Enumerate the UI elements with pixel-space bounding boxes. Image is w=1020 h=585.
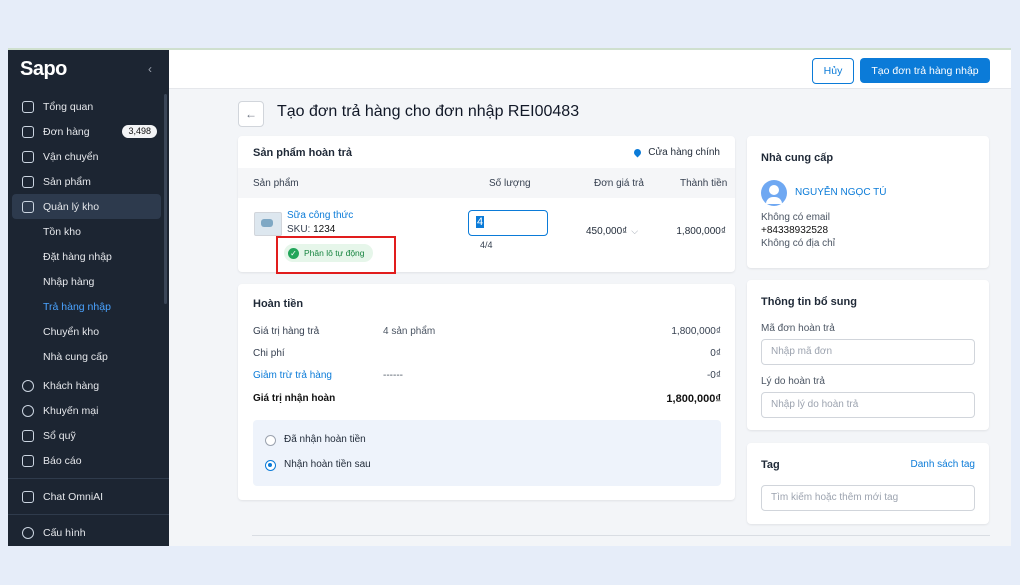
sidebar-nav: Tổng quan Đơn hàng 3,498 Vận chuyển Sản p… [8, 94, 169, 545]
product-thumbnail [254, 212, 282, 236]
column-header: Đơn giá trả [594, 178, 644, 189]
cashbook-icon [22, 429, 34, 442]
product-sku: SKU: 1234 [287, 224, 336, 235]
highlight-box [276, 236, 396, 274]
return-products-card: Sản phẩm hoàn trả Cửa hàng chính Sản phẩ… [238, 136, 735, 274]
cancel-button[interactable]: Hủy [812, 58, 854, 84]
refund-options: Đã nhận hoàn tiền Nhận hoàn tiền sau [253, 420, 721, 486]
orders-count-badge: 3,498 [122, 125, 157, 138]
supplier-email: Không có email [761, 212, 830, 223]
column-header: Thành tiền [680, 178, 728, 189]
table-header: Sản phẩm Số lượng Đơn giá trả Thành tiền [238, 168, 735, 198]
sidebar-item-inventory[interactable]: Quản lý kho [12, 194, 161, 219]
sidebar-item-reports[interactable]: Báo cáo [8, 448, 169, 473]
refund-row-costs: Chi phí 0₫ [253, 348, 721, 359]
card-title: Nhà cung cấp [761, 152, 834, 164]
return-reason-input[interactable]: Nhập lý do hoàn trả [761, 392, 975, 418]
quantity-input[interactable]: 4 [468, 210, 548, 236]
sidebar-item-products[interactable]: Sản phẩm [8, 169, 169, 194]
divider [8, 478, 169, 479]
line-total: 1,800,000₫ [676, 226, 726, 237]
app-window: Sapo ‹ Tổng quan Đơn hàng 3,498 Vận chuyể… [8, 48, 1011, 546]
card-title: Hoàn tiền [253, 298, 304, 310]
user-icon [22, 379, 34, 392]
logo: Sapo [20, 58, 67, 80]
sidebar-subitem-receive[interactable]: Nhập hàng [8, 269, 169, 294]
option-label: Nhận hoàn tiền sau [284, 459, 371, 470]
home-icon [22, 100, 34, 113]
supplier-phone: +84338932528 [761, 225, 829, 236]
return-code-input[interactable]: Nhập mã đơn [761, 339, 975, 365]
sidebar-item-shipping[interactable]: Vận chuyển [8, 144, 169, 169]
divider [252, 535, 990, 536]
tag-card: Tag Danh sách tag Tìm kiếm hoặc thêm mới… [747, 443, 989, 524]
supplier-card: Nhà cung cấp NGUYỄN NGỌC TÚ Không có ema… [747, 136, 989, 268]
return-reason-label: Lý do hoàn trả [761, 376, 825, 387]
radio-refund-later[interactable] [265, 460, 276, 471]
order-icon [22, 125, 34, 138]
chart-icon [22, 454, 34, 467]
sidebar-item-promotions[interactable]: Khuyến mại [8, 398, 169, 423]
column-header: Số lượng [489, 178, 531, 189]
sidebar-subitem-stock[interactable]: Tồn kho [8, 219, 169, 244]
divider [8, 514, 169, 515]
promo-icon [22, 404, 34, 417]
card-title: Thông tin bổ sung [761, 296, 857, 308]
create-return-button[interactable]: Tạo đơn trả hàng nhập [860, 58, 990, 83]
product-name-link[interactable]: Sữa công thức [287, 210, 353, 221]
additional-info-card: Thông tin bổ sung Mã đơn hoàn trả Nhập m… [747, 280, 989, 430]
return-code-label: Mã đơn hoàn trả [761, 323, 835, 334]
sidebar-subitem-transfer[interactable]: Chuyển kho [8, 319, 169, 344]
tag-search-input[interactable]: Tìm kiếm hoặc thêm mới tag [761, 485, 975, 511]
option-label: Đã nhận hoàn tiền [284, 434, 366, 445]
column-header: Sản phẩm [253, 178, 299, 189]
chat-icon [22, 490, 34, 503]
topbar: Hủy Tạo đơn trả hàng nhập [169, 50, 1011, 89]
supplier-name-link[interactable]: NGUYỄN NGỌC TÚ [795, 187, 887, 198]
sidebar-item-orders[interactable]: Đơn hàng 3,498 [8, 119, 169, 144]
sidebar-subitem-purchase-return[interactable]: Trả hàng nhập [8, 294, 169, 319]
sidebar-item-overview[interactable]: Tổng quan [8, 94, 169, 119]
card-title: Sản phẩm hoàn trả [253, 147, 353, 159]
refund-card: Hoàn tiền Giá trị hàng trả 4 sản phẩm 1,80… [238, 284, 735, 500]
sidebar-item-settings[interactable]: Cấu hình [8, 520, 169, 545]
sidebar-item-cashbook[interactable]: Sổ quỹ [8, 423, 169, 448]
radio-refund-received[interactable] [265, 435, 276, 446]
sidebar-item-customers[interactable]: Khách hàng [8, 373, 169, 398]
store-selector[interactable]: Cửa hàng chính [632, 147, 720, 158]
gear-icon [22, 526, 34, 539]
refund-row-deduction: Giảm trừ trả hàng ------ -0₫ [253, 370, 721, 381]
back-button[interactable]: ← [238, 101, 264, 127]
supplier-address: Không có địa chỉ [761, 238, 835, 249]
box-icon [22, 175, 34, 188]
tag-list-link[interactable]: Danh sách tag [911, 459, 976, 470]
truck-icon [22, 150, 34, 163]
warehouse-icon [22, 200, 34, 213]
location-pin-icon [632, 147, 643, 158]
card-title: Tag [761, 459, 780, 471]
sidebar-subitem-purchase-order[interactable]: Đặt hàng nhập [8, 244, 169, 269]
sidebar: Sapo ‹ Tổng quan Đơn hàng 3,498 Vận chuyể… [8, 50, 169, 546]
avatar [761, 180, 787, 206]
sidebar-subitem-suppliers[interactable]: Nhà cung cấp [8, 344, 169, 369]
chevron-down-icon: ⌵ [631, 226, 639, 236]
sidebar-item-chat-omniai[interactable]: Chat OmniAI [8, 484, 169, 509]
refund-row-total: Giá trị nhận hoàn 1,800,000₫ [253, 393, 721, 405]
refund-row-goods-value: Giá trị hàng trả 4 sản phẩm 1,800,000₫ [253, 326, 721, 337]
quantity-ratio: 4/4 [480, 240, 493, 250]
collapse-sidebar-icon[interactable]: ‹ [148, 62, 152, 76]
return-deduction-link[interactable]: Giảm trừ trả hàng [253, 370, 332, 381]
unit-price-dropdown[interactable]: 450,000₫ ⌵ [586, 226, 638, 237]
page-title: Tạo đơn trả hàng cho đơn nhập REI00483 [277, 103, 580, 120]
